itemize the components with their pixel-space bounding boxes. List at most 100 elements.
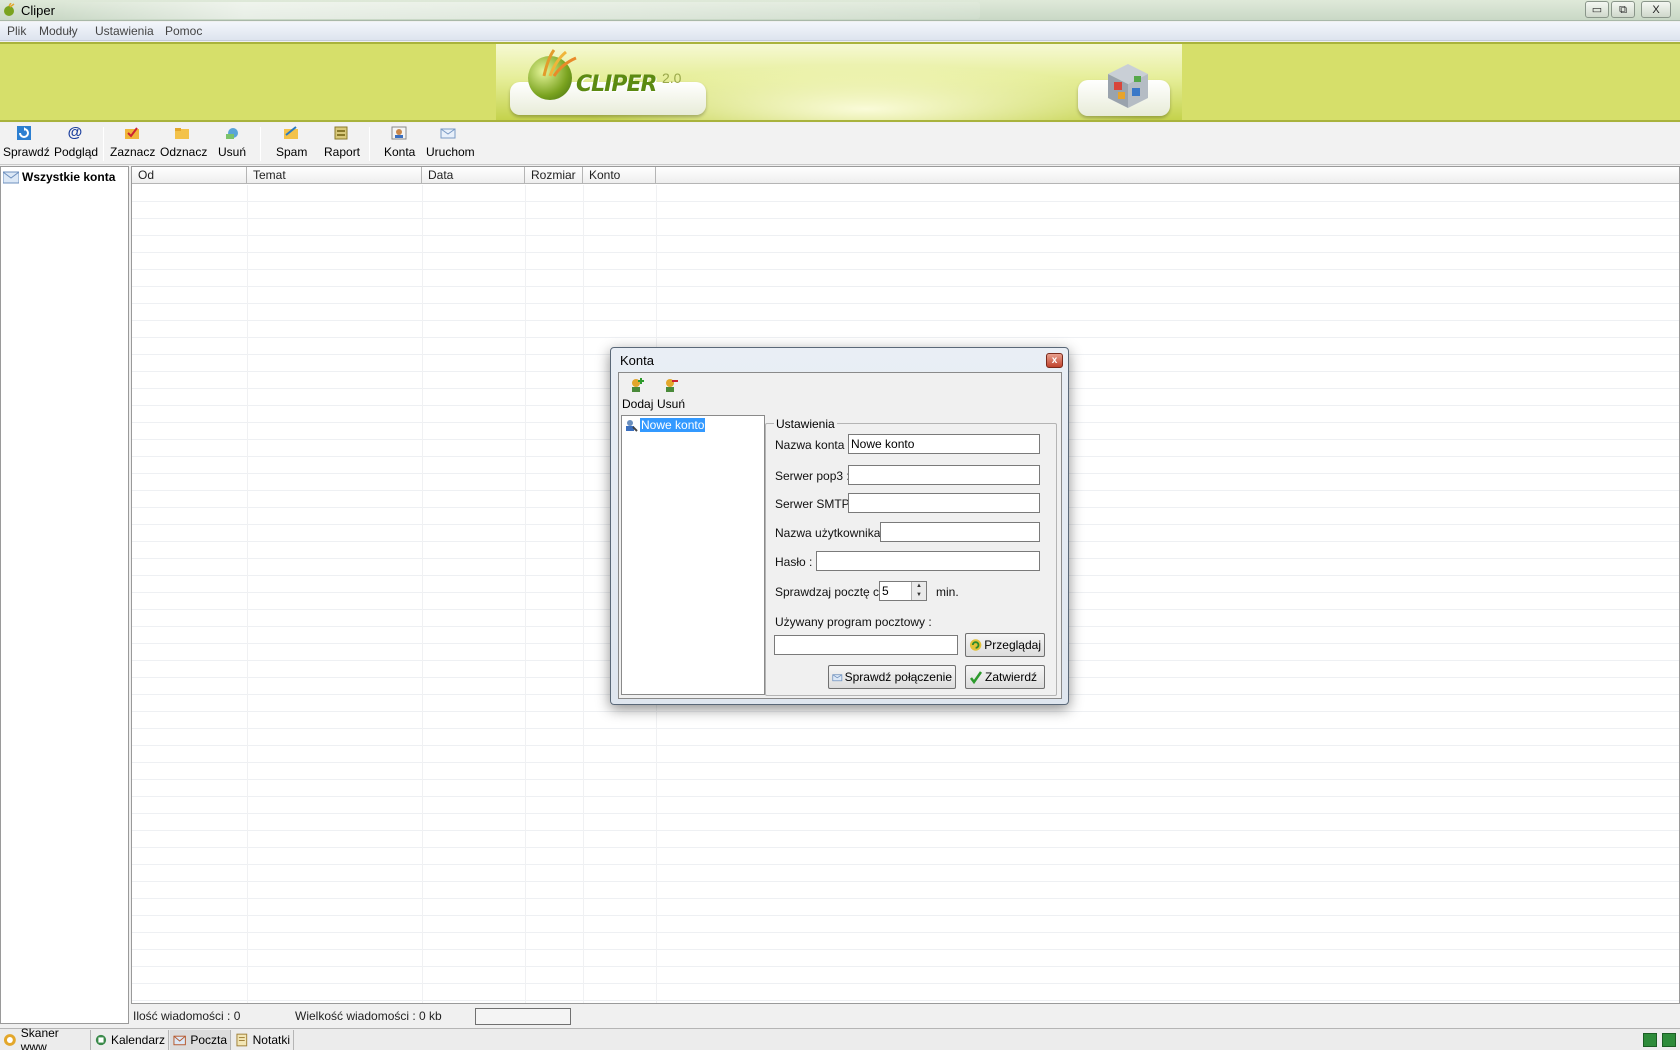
add-user-icon	[632, 378, 644, 392]
username-input[interactable]	[880, 522, 1040, 542]
toolbar-separator	[260, 127, 261, 161]
delete-icon	[226, 128, 238, 139]
account-list: Nowe konto	[621, 415, 765, 695]
menu-plik[interactable]: Plik	[7, 24, 26, 38]
mail-folder-icon	[3, 171, 19, 184]
select-button[interactable]: Zaznacz	[110, 125, 155, 163]
remove-label: Usuń	[657, 397, 686, 411]
tab-kalendarz[interactable]: Kalendarz	[92, 1030, 169, 1050]
menu-pomoc[interactable]: Pomoc	[165, 24, 202, 38]
test-connection-button[interactable]: Sprawdź połączenie	[828, 665, 956, 689]
remove-account-button[interactable]: Usuń	[657, 377, 685, 411]
check-button[interactable]: Sprawdź	[3, 125, 50, 163]
column-size[interactable]: Rozmiar	[525, 167, 583, 184]
launch-button[interactable]: Uruchom	[426, 125, 475, 163]
settings-group: Ustawienia Nazwa konta : Serwer pop3 : S…	[765, 417, 1057, 696]
at-sign-icon: @	[67, 124, 83, 141]
mail-icon	[173, 1035, 186, 1046]
deselect-label: Odznacz	[160, 145, 208, 159]
grid-line	[422, 185, 423, 1003]
banner: CLIPER 2.0	[0, 42, 1680, 122]
column-from[interactable]: Od	[132, 167, 247, 184]
report-button[interactable]: Raport	[324, 125, 360, 163]
status-bar: Ilość wiadomości : 0 Wielkość wiadomości…	[131, 1005, 1680, 1027]
tab-label: Kalendarz	[110, 1033, 165, 1047]
delete-button[interactable]: Usuń	[218, 125, 246, 163]
menu-ustawienia[interactable]: Ustawienia	[95, 24, 154, 38]
mail-program-input[interactable]	[774, 635, 958, 655]
grid-header: Od Temat Data Rozmiar Konto	[132, 167, 1679, 184]
deselect-button[interactable]: Odznacz	[160, 125, 208, 163]
password-input[interactable]	[816, 551, 1040, 571]
envelope-icon	[440, 128, 456, 139]
column-subject[interactable]: Temat	[247, 167, 422, 184]
dialog-close-button[interactable]: x	[1046, 353, 1063, 368]
title-bar: Cliper ▭ ⧉ X	[0, 0, 1680, 21]
tab-notatki[interactable]: Notatki	[232, 1030, 294, 1050]
mail-program-label: Używany program pocztowy :	[775, 615, 932, 629]
dialog-title: Konta	[620, 353, 654, 368]
pop3-label: Serwer pop3 :	[775, 469, 850, 483]
column-date[interactable]: Data	[422, 167, 525, 184]
interval-value: 5	[882, 584, 889, 598]
dialog-body: Dodaj Usuń Nowe konto Ustawienia Nazwa k…	[618, 372, 1062, 699]
module-tabs: Skaner www Kalendarz Poczta Notatki	[0, 1026, 1680, 1050]
app-icon	[4, 3, 15, 16]
list-item[interactable]: Nowe konto	[624, 418, 706, 432]
nav-next-icon[interactable]	[1662, 1033, 1676, 1047]
menu-moduly[interactable]: Moduły	[39, 24, 78, 38]
interval-unit: min.	[936, 585, 959, 599]
smtp-label: Serwer SMTP :	[775, 497, 857, 511]
test-connection-label: Sprawdź połączenie	[844, 670, 952, 684]
maximize-button[interactable]: ⧉	[1611, 1, 1635, 18]
minimize-button[interactable]: ▭	[1585, 1, 1609, 18]
interval-stepper[interactable]: 5 ▲ ▼	[879, 581, 927, 601]
refresh-icon	[17, 126, 31, 140]
progress-bar	[475, 1008, 571, 1025]
toolbar-separator	[369, 127, 370, 161]
browse-button[interactable]: Przeglądaj	[965, 633, 1045, 657]
accounts-icon	[391, 126, 407, 140]
account-icon	[626, 420, 638, 432]
stepper-arrows-icon[interactable]: ▲ ▼	[911, 582, 926, 600]
accounts-dialog: Konta x Dodaj Usuń Nowe konto Ustawienia…	[610, 347, 1069, 705]
message-count: Ilość wiadomości : 0	[133, 1009, 241, 1023]
spam-button[interactable]: Spam	[276, 125, 308, 163]
toolbar: Sprawdź @ Podgląd Zaznacz Odznacz Usuń S…	[0, 123, 1680, 165]
accounts-button[interactable]: Konta	[384, 125, 416, 163]
grid-line	[525, 185, 526, 1003]
accounts-label: Konta	[384, 145, 416, 159]
open-folder-icon	[175, 128, 189, 139]
check-label: Sprawdź	[3, 145, 50, 159]
preview-button[interactable]: @ Podgląd	[54, 124, 99, 163]
smtp-input[interactable]	[848, 493, 1040, 513]
taskbar-ghost	[60, 2, 980, 19]
tab-poczta[interactable]: Poczta	[170, 1030, 231, 1050]
close-window-button[interactable]: X	[1641, 1, 1671, 18]
preview-label: Podgląd	[54, 145, 99, 159]
tab-label: Skaner www	[20, 1026, 59, 1050]
tab-label: Notatki	[252, 1033, 290, 1047]
remove-user-icon	[666, 379, 678, 392]
window-title: Cliper	[21, 3, 55, 18]
spam-label: Spam	[276, 145, 308, 159]
pop3-input[interactable]	[848, 465, 1040, 485]
logo-rays-icon	[542, 49, 577, 77]
settings-legend: Ustawienia	[774, 417, 837, 431]
add-label: Dodaj	[622, 397, 654, 411]
message-size: Wielkość wiadomości : 0 kb	[295, 1009, 442, 1023]
account-item-label: Nowe konto	[640, 418, 706, 432]
confirm-button[interactable]: Zatwierdź	[965, 665, 1045, 689]
notes-icon	[236, 1033, 248, 1047]
password-label: Hasło :	[775, 555, 813, 569]
nav-prev-icon[interactable]	[1643, 1033, 1657, 1047]
launch-label: Uruchom	[426, 145, 475, 159]
tab-skaner-www[interactable]: Skaner www	[0, 1026, 91, 1050]
all-accounts-item[interactable]: Wszystkie konta	[3, 169, 115, 185]
banner-art: CLIPER 2.0	[496, 44, 1182, 120]
column-account[interactable]: Konto	[583, 167, 656, 184]
logo-text: CLIPER	[576, 72, 657, 97]
add-account-button[interactable]: Dodaj	[622, 377, 654, 411]
interval-label: Sprawdzaj pocztę co :	[775, 585, 893, 599]
account-name-input[interactable]	[848, 434, 1040, 454]
